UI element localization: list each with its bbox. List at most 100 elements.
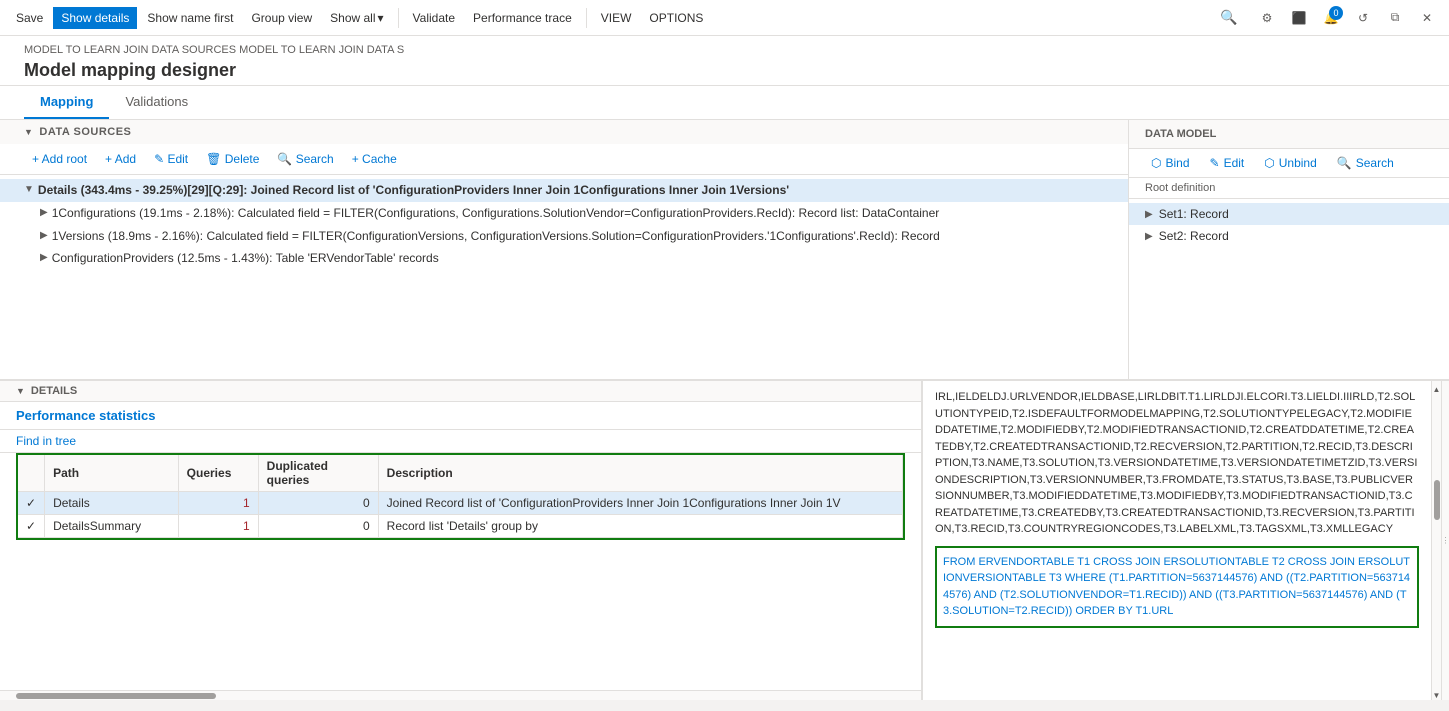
h-scroll-thumb (16, 693, 216, 699)
delete-button[interactable]: 🗑 Delete (198, 148, 267, 170)
description-panel: IRL,IELDELDJ.URLVENDOR,IELDBASE,LIRLDBIT… (922, 381, 1431, 700)
performance-table-container: Path Queries Duplicated queries Descript… (16, 453, 905, 540)
header-area: MODEL TO LEARN JOIN DATA SOURCES MODEL T… (0, 36, 1449, 86)
dm-tree-item-set2[interactable]: ▶ Set2: Record (1129, 225, 1449, 247)
tree-item-1versions-label: 1Versions (18.9ms - 2.16%): Calculated f… (52, 228, 940, 245)
col-queries: Queries (178, 455, 258, 492)
col-description: Description (378, 455, 902, 492)
page-title: Model mapping designer (24, 60, 1425, 81)
row-desc-details: Joined Record list of 'ConfigurationProv… (378, 492, 902, 515)
horizontal-scrollbar[interactable] (0, 690, 921, 700)
row-path-summary[interactable]: DetailsSummary (45, 515, 179, 538)
performance-trace-button[interactable]: Performance trace (465, 7, 580, 29)
row-queries-summary: 1 (178, 515, 258, 538)
data-sources-section-header[interactable]: ▼ DATA SOURCES (0, 120, 1128, 144)
scroll-up-arrow[interactable]: ▲ (1433, 385, 1441, 394)
tabs-bar: Mapping Validations (0, 86, 1449, 120)
find-in-tree-link[interactable]: Find in tree (0, 430, 921, 453)
main-toolbar: Save Show details Show name first Group … (0, 0, 1449, 36)
settings-icon[interactable]: ⚙ (1253, 4, 1281, 32)
view-button[interactable]: VIEW (593, 7, 640, 29)
close-icon[interactable]: ✕ (1413, 4, 1441, 32)
drag-handle-icon: ⋮ (1442, 536, 1449, 545)
col-path: Path (45, 455, 179, 492)
expand-icon: ▶ (40, 252, 48, 263)
bind-icon: ⬡ (1151, 156, 1161, 170)
dm-edit-button[interactable]: ✎ Edit (1204, 153, 1251, 173)
scroll-down-arrow[interactable]: ▼ (1433, 691, 1441, 700)
tree-item-configproviders[interactable]: ▶ ConfigurationProviders (12.5ms - 1.43%… (0, 247, 1128, 270)
tree-item-1configs-label: 1Configurations (19.1ms - 2.18%): Calcul… (52, 205, 940, 222)
row-queries-details: 1 (178, 492, 258, 515)
details-section-header[interactable]: ▼ DETAILS (0, 381, 921, 402)
row-dup-summary: 0 (258, 515, 378, 538)
description-text-1: IRL,IELDELDJ.URLVENDOR,IELDBASE,LIRLDBIT… (935, 389, 1419, 538)
show-all-button[interactable]: Show all ▾ (322, 7, 391, 29)
description-panel-container: IRL,IELDELDJ.URLVENDOR,IELDBASE,LIRLDBIT… (921, 381, 1441, 700)
tree-item-configproviders-label: ConfigurationProviders (12.5ms - 1.43%):… (52, 250, 439, 267)
chevron-down-icon: ▾ (378, 11, 384, 25)
expand-icon: ▶ (1145, 231, 1153, 242)
breadcrumb: MODEL TO LEARN JOIN DATA SOURCES MODEL T… (24, 44, 1425, 56)
dm-search-button[interactable]: 🔍 Search (1331, 153, 1400, 173)
table-row[interactable]: ✓ DetailsSummary 1 0 Record list 'Detail… (18, 515, 903, 538)
search-icon: 🔍 (1337, 156, 1352, 170)
unbind-icon: ⬡ (1264, 156, 1274, 170)
expand-icon: ▼ (24, 184, 34, 195)
add-root-button[interactable]: + Add root (24, 148, 95, 170)
search-button[interactable]: 🔍 Search (269, 148, 341, 170)
data-model-tree: ▶ Set1: Record ▶ Set2: Record (1129, 199, 1449, 379)
tree-item-details-label: Details (343.4ms - 39.25%)[29][Q:29]: Jo… (38, 182, 789, 199)
details-label: DETAILS (31, 385, 77, 397)
toolbar-separator-2 (586, 8, 587, 28)
show-name-first-button[interactable]: Show name first (139, 7, 241, 29)
drag-handle[interactable]: ⋮ (1441, 381, 1449, 700)
notification-icon[interactable]: 🔔 0 (1317, 4, 1345, 32)
edit-button[interactable]: ✎ Edit (146, 148, 196, 170)
root-definition-label: Root definition (1129, 178, 1449, 199)
vertical-scrollbar[interactable]: ▲ ▼ (1431, 381, 1441, 700)
col-check (18, 455, 45, 492)
tab-validations[interactable]: Validations (109, 86, 204, 119)
office-icon[interactable]: ⬛ (1285, 4, 1313, 32)
tree-item-1versions[interactable]: ▶ 1Versions (18.9ms - 2.16%): Calculated… (0, 225, 1128, 248)
tree-item-details[interactable]: ▼ Details (343.4ms - 39.25%)[29][Q:29]: … (0, 179, 1128, 202)
data-model-toolbar: ⬡ Bind ✎ Edit ⬡ Unbind 🔍 Search (1129, 149, 1449, 178)
options-button[interactable]: OPTIONS (641, 7, 711, 29)
data-sources-toolbar: + Add root + Add ✎ Edit 🗑 Delete 🔍 Searc… (0, 144, 1128, 175)
validate-button[interactable]: Validate (405, 7, 463, 29)
edit-icon: ✎ (1210, 156, 1220, 170)
save-button[interactable]: Save (8, 7, 51, 29)
show-details-button[interactable]: Show details (53, 7, 137, 29)
row-desc-summary: Record list 'Details' group by (378, 515, 902, 538)
bind-button[interactable]: ⬡ Bind (1145, 153, 1196, 173)
expand-icon: ▶ (1145, 209, 1153, 220)
group-view-button[interactable]: Group view (243, 7, 320, 29)
expand-icon: ▶ (40, 207, 48, 218)
global-search-icon[interactable]: 🔍 (1215, 4, 1243, 32)
data-model-section-header: DATA MODEL (1129, 120, 1449, 149)
expand-icon: ▶ (40, 230, 48, 241)
refresh-icon[interactable]: ↺ (1349, 4, 1377, 32)
chevron-down-icon: ▼ (24, 127, 33, 137)
col-dup-queries: Duplicated queries (258, 455, 378, 492)
tree-item-1configurations[interactable]: ▶ 1Configurations (19.1ms - 2.18%): Calc… (0, 202, 1128, 225)
tab-mapping[interactable]: Mapping (24, 86, 109, 119)
row-check-details: ✓ (18, 492, 45, 515)
notification-badge: 0 (1329, 6, 1343, 20)
row-path-details[interactable]: Details (45, 492, 179, 515)
scroll-thumb (1434, 480, 1440, 520)
performance-table: Path Queries Duplicated queries Descript… (18, 455, 903, 538)
data-sources-tree: ▼ Details (343.4ms - 39.25%)[29][Q:29]: … (0, 175, 1128, 379)
add-button[interactable]: + Add (97, 148, 144, 170)
window-controls: ⚙ ⬛ 🔔 0 ↺ ⧉ ✕ (1253, 4, 1441, 32)
dm-tree-item-set2-label: Set2: Record (1159, 229, 1229, 243)
popout-icon[interactable]: ⧉ (1381, 4, 1409, 32)
row-check-summary: ✓ (18, 515, 45, 538)
row-dup-details: 0 (258, 492, 378, 515)
dm-tree-item-set1-label: Set1: Record (1159, 207, 1229, 221)
unbind-button[interactable]: ⬡ Unbind (1258, 153, 1323, 173)
cache-button[interactable]: + Cache (344, 148, 405, 170)
table-row[interactable]: ✓ Details 1 0 Joined Record list of 'Con… (18, 492, 903, 515)
dm-tree-item-set1[interactable]: ▶ Set1: Record (1129, 203, 1449, 225)
